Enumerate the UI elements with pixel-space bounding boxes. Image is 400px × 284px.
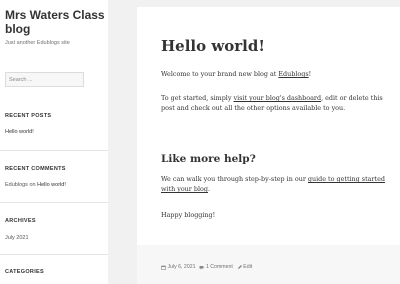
archives-title: ARCHIVES	[5, 218, 36, 224]
recent-post-label[interactable]: Hello world!	[5, 129, 34, 135]
comment-connector: on	[29, 182, 36, 188]
post-meta: July 6, 2021 1 Comment Edit	[161, 264, 256, 270]
recent-comments-title: RECENT COMMENTS	[5, 166, 66, 172]
site-title[interactable]: Mrs Waters Class blog	[5, 8, 105, 36]
guide-text: We can walk you through step-by-step in …	[161, 175, 308, 183]
recent-posts-title: RECENT POSTS	[5, 113, 52, 119]
comment-post-link[interactable]: Hello world!	[37, 182, 66, 188]
edublogs-link[interactable]: Edublogs	[278, 70, 308, 78]
recent-comment-item: Edublogs on Hello world!	[5, 182, 66, 188]
post-date-label: July 6, 2021	[167, 264, 196, 270]
site-description: Just another Edublogs site	[5, 40, 70, 46]
post-comments-label: 1 Comment	[205, 264, 233, 270]
post-title[interactable]: Hello world!	[161, 37, 265, 55]
recent-post-link[interactable]: Hello world!	[5, 129, 34, 135]
divider	[0, 150, 108, 151]
welcome-text: Welcome to your brand new blog at	[161, 70, 279, 78]
categories-title: CATEGORIES	[5, 269, 44, 275]
comment-author[interactable]: Edublogs	[5, 182, 28, 188]
search-input[interactable]: Search ...	[5, 72, 84, 87]
archive-link[interactable]: July 2021	[5, 235, 29, 241]
post-footer: July 6, 2021 1 Comment Edit	[137, 245, 400, 284]
post-paragraph-closing: Happy blogging!	[161, 211, 216, 219]
divider	[0, 254, 108, 255]
post-date[interactable]: July 6, 2021	[161, 264, 195, 270]
dashboard-link[interactable]: visit your blog's dashboard	[234, 94, 322, 102]
post-subheading: Like more help?	[161, 153, 256, 165]
start-text: To get started, simply	[161, 94, 234, 102]
post-edit-label: Edit	[243, 264, 253, 270]
post-paragraph-start: To get started, simply visit your blog's…	[161, 93, 386, 113]
sidebar: Mrs Waters Class blog Just another Edubl…	[0, 0, 108, 284]
post-paragraph-welcome: Welcome to your brand new blog at Edublo…	[161, 69, 386, 79]
guide-end: .	[207, 185, 211, 193]
post-edit[interactable]: Edit	[237, 264, 252, 270]
comment-icon	[199, 265, 204, 269]
post-article: Hello world! Welcome to your brand new b…	[137, 7, 400, 284]
post-comments[interactable]: 1 Comment	[199, 264, 233, 270]
calendar-icon	[161, 265, 166, 270]
divider	[0, 202, 108, 203]
welcome-end: !	[308, 70, 312, 78]
pencil-icon	[237, 264, 242, 269]
post-paragraph-guide: We can walk you through step-by-step in …	[161, 174, 386, 194]
